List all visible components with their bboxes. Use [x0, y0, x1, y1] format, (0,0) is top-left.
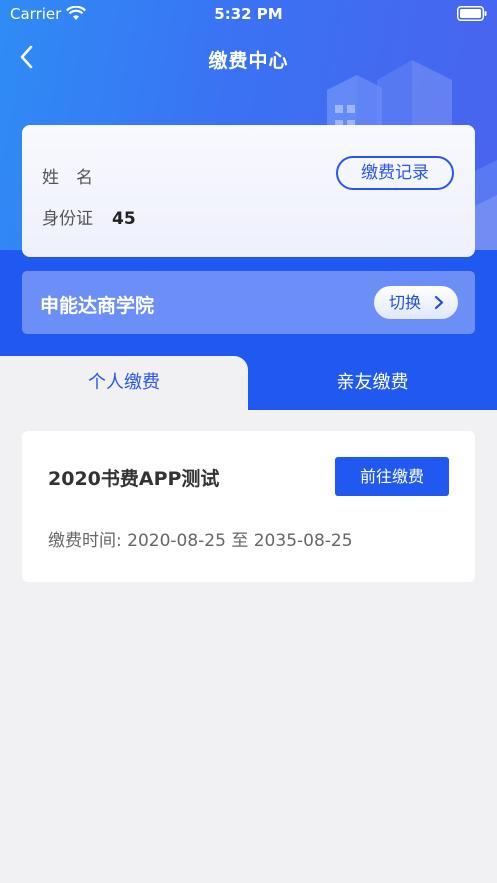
switch-label: 切换 — [389, 293, 422, 312]
tab-family-payment[interactable]: 亲友缴费 — [248, 356, 497, 409]
school-selector: 申能达商学院 切换 — [22, 271, 475, 334]
status-time: 5:32 PM — [214, 5, 283, 23]
go-pay-button[interactable]: 前往缴费 — [335, 457, 449, 496]
chevron-right-icon — [434, 295, 444, 310]
tab-personal-payment[interactable]: 个人缴费 — [0, 356, 248, 412]
page-title: 缴费中心 — [208, 50, 289, 72]
payment-tabs: 个人缴费 亲友缴费 — [0, 356, 497, 412]
payment-time-label: 缴费时间: — [48, 531, 122, 551]
payment-item-card: 2020书费APP测试 前往缴费 缴费时间: 2020-08-25 至 2035… — [22, 431, 475, 582]
school-name: 申能达商学院 — [40, 295, 155, 317]
nav-bar: 缴费中心 — [0, 36, 497, 80]
battery-icon — [457, 6, 487, 21]
payment-time-range: 2020-08-25 至 2035-08-25 — [127, 531, 353, 551]
id-row: 身份证 45 — [42, 204, 136, 229]
name-row: 姓 名 — [42, 163, 112, 188]
switch-school-button[interactable]: 切换 — [374, 286, 458, 319]
payment-item-title: 2020书费APP测试 — [48, 468, 220, 490]
payment-record-button[interactable]: 缴费记录 — [336, 156, 454, 190]
name-label: 姓 名 — [42, 168, 93, 188]
id-label: 身份证 — [42, 209, 93, 229]
status-bar: Carrier 5:32 PM — [0, 0, 497, 28]
id-value: 45 — [112, 209, 136, 229]
user-info-card: 姓 名 身份证 45 缴费记录 — [22, 125, 475, 257]
payment-time: 缴费时间: 2020-08-25 至 2035-08-25 — [48, 526, 353, 551]
